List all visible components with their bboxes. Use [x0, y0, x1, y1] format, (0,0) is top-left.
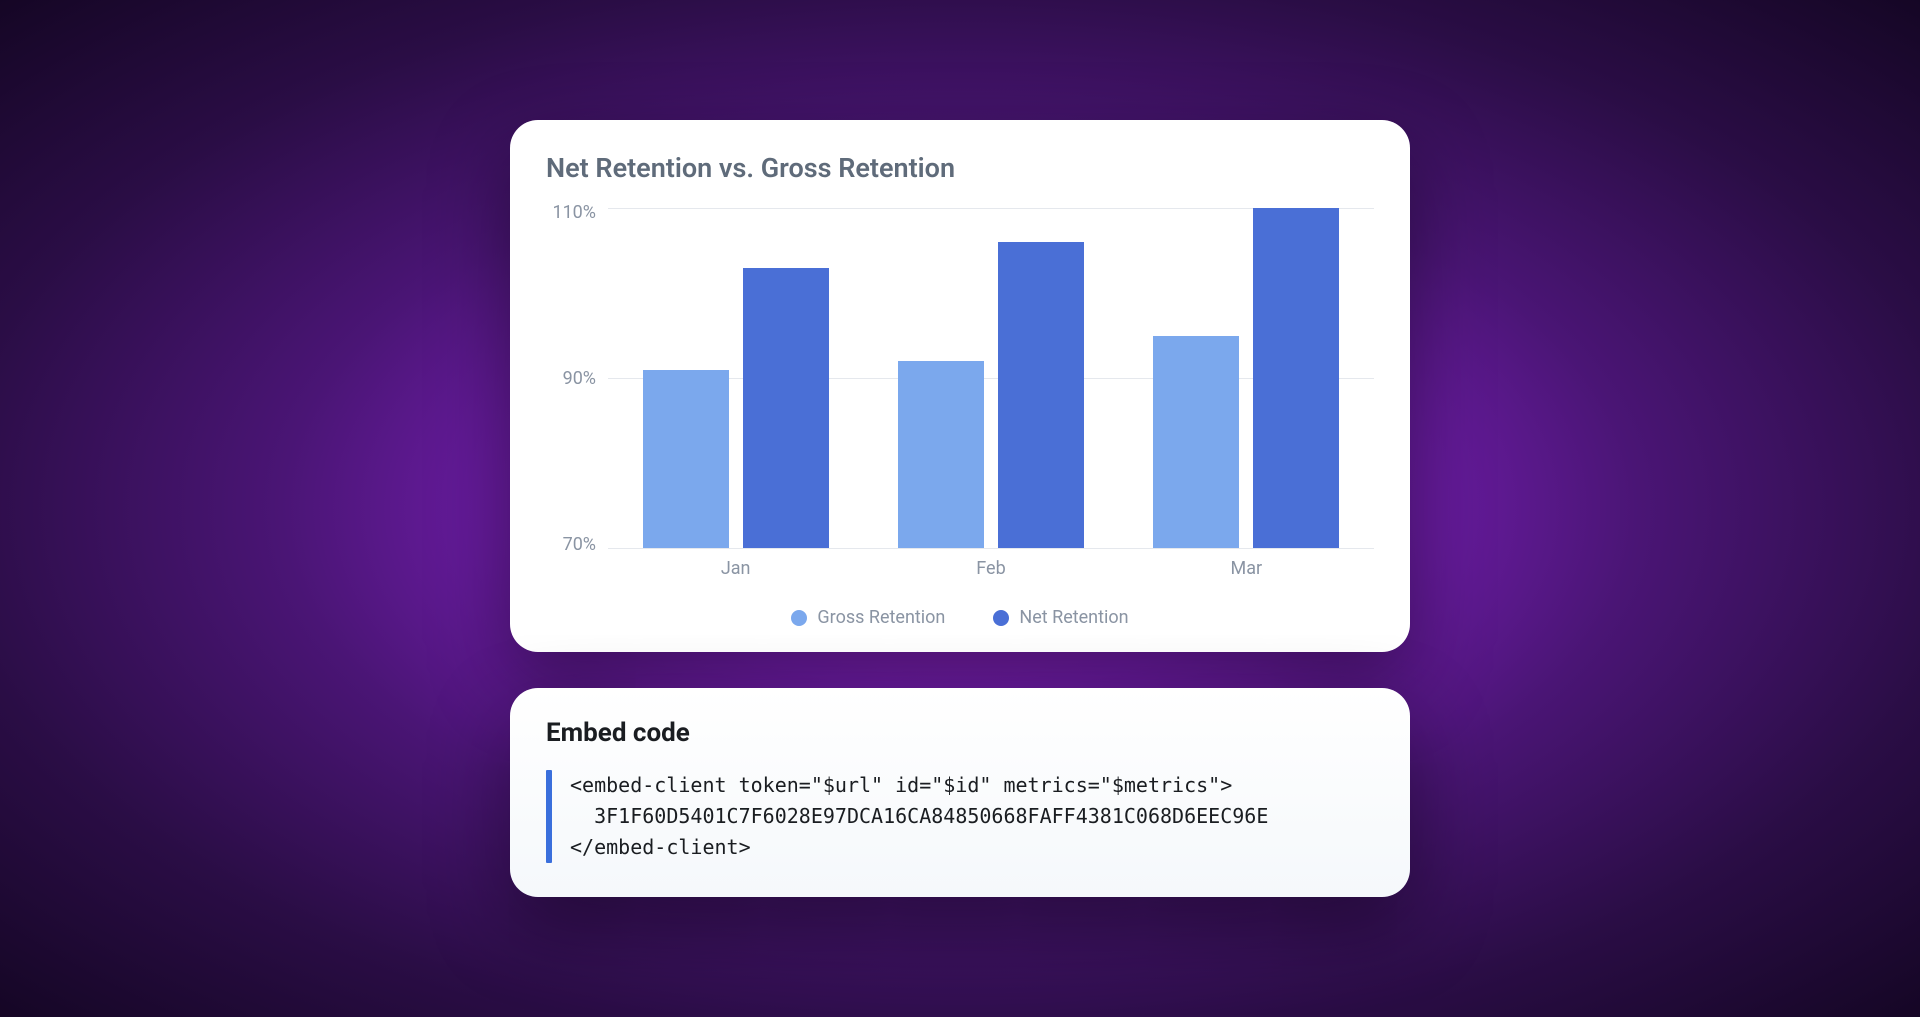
chart-plot: [608, 208, 1374, 548]
chart-legend: Gross Retention Net Retention: [546, 607, 1374, 628]
bar-mar-gross[interactable]: [1153, 336, 1239, 549]
bar-mar-net[interactable]: [1253, 208, 1339, 548]
gridline-bottom: [608, 548, 1374, 549]
bars-layer: [608, 208, 1374, 548]
code-line-3: </embed-client>: [570, 835, 751, 859]
bar-group-jan: [608, 208, 863, 548]
chart-card: Net Retention vs. Gross Retention 110% 9…: [510, 120, 1410, 652]
code-line-2: 3F1F60D5401C7F6028E97DCA16CA84850668FAFF…: [570, 804, 1268, 828]
bar-feb-net[interactable]: [998, 242, 1084, 548]
embed-code-block: <embed-client token="$url" id="$id" metr…: [546, 770, 1374, 863]
legend-label: Net Retention: [1019, 607, 1128, 628]
bar-jan-net[interactable]: [743, 268, 829, 549]
embed-title: Embed code: [546, 718, 1374, 748]
bar-jan-gross[interactable]: [643, 370, 729, 549]
x-tick-jan: Jan: [608, 558, 863, 579]
code-accent-bar: [546, 770, 552, 863]
embed-code-text[interactable]: <embed-client token="$url" id="$id" metr…: [570, 770, 1268, 863]
bar-feb-gross[interactable]: [898, 361, 984, 548]
legend-item-net-retention[interactable]: Net Retention: [993, 607, 1128, 628]
legend-label: Gross Retention: [817, 607, 945, 628]
legend-item-gross-retention[interactable]: Gross Retention: [791, 607, 945, 628]
embed-card: Embed code <embed-client token="$url" id…: [510, 688, 1410, 897]
x-tick-mar: Mar: [1119, 558, 1374, 579]
y-axis: 110% 90% 70%: [546, 208, 608, 548]
bar-group-feb: [863, 208, 1118, 548]
bar-group-mar: [1119, 208, 1374, 548]
x-axis: JanFebMar: [608, 558, 1374, 579]
legend-dot-icon: [993, 610, 1009, 626]
chart-area: 110% 90% 70%: [546, 208, 1374, 548]
x-tick-feb: Feb: [863, 558, 1118, 579]
code-line-1: <embed-client token="$url" id="$id" metr…: [570, 773, 1232, 797]
legend-dot-icon: [791, 610, 807, 626]
chart-title: Net Retention vs. Gross Retention: [546, 152, 1374, 184]
